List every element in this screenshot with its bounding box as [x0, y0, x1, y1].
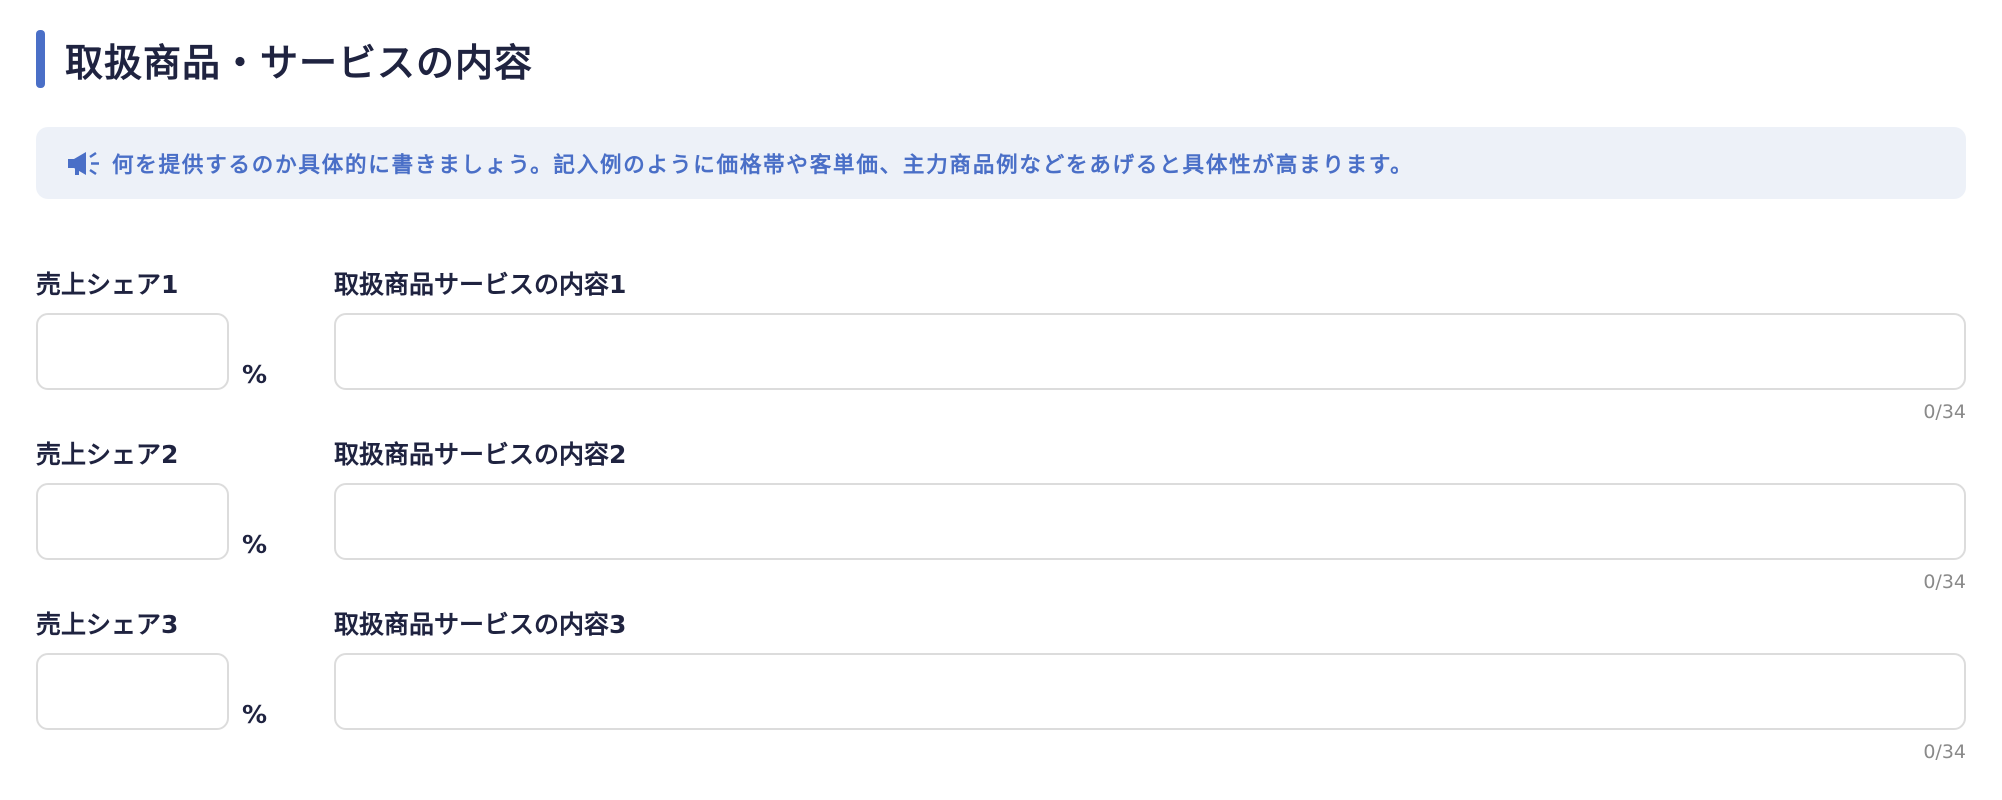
percent-unit: %: [242, 700, 268, 729]
content-input-2[interactable]: [334, 483, 1966, 560]
section-heading: 取扱商品・サービスの内容: [36, 30, 533, 88]
share-label: 売上シェア1: [36, 270, 179, 299]
page-title: 取扱商品・サービスの内容: [65, 40, 534, 85]
content-input-3[interactable]: [334, 653, 1966, 730]
share-label: 売上シェア2: [36, 440, 179, 469]
heading-accent-bar: [36, 30, 45, 88]
char-counter: 0/34: [1923, 571, 1966, 593]
form-row-2: 売上シェア2 取扱商品サービスの内容2 % 0/34: [36, 438, 1966, 608]
form-row-3: 売上シェア3 取扱商品サービスの内容3 % 0/34: [36, 608, 1966, 778]
char-counter: 0/34: [1923, 401, 1966, 423]
hint-box: 何を提供するのか具体的に書きましょう。記入例のように価格帯や客単価、主力商品例な…: [36, 127, 1966, 199]
percent-unit: %: [242, 360, 268, 389]
content-input-1[interactable]: [334, 313, 1966, 390]
share-label: 売上シェア3: [36, 610, 179, 639]
megaphone-icon: [66, 149, 102, 177]
share-input-1[interactable]: [36, 313, 229, 390]
content-label: 取扱商品サービスの内容1: [334, 270, 627, 299]
page: 取扱商品・サービスの内容 何を提供するのか具体的に書きましょう。記入例のように価…: [0, 0, 2002, 800]
hint-text: 何を提供するのか具体的に書きましょう。記入例のように価格帯や客単価、主力商品例な…: [112, 152, 1414, 178]
content-label: 取扱商品サービスの内容2: [334, 440, 627, 469]
share-input-3[interactable]: [36, 653, 229, 730]
form-row-1: 売上シェア1 取扱商品サービスの内容1 % 0/34: [36, 268, 1966, 438]
share-input-2[interactable]: [36, 483, 229, 560]
char-counter: 0/34: [1923, 741, 1966, 763]
content-label: 取扱商品サービスの内容3: [334, 610, 627, 639]
percent-unit: %: [242, 530, 268, 559]
